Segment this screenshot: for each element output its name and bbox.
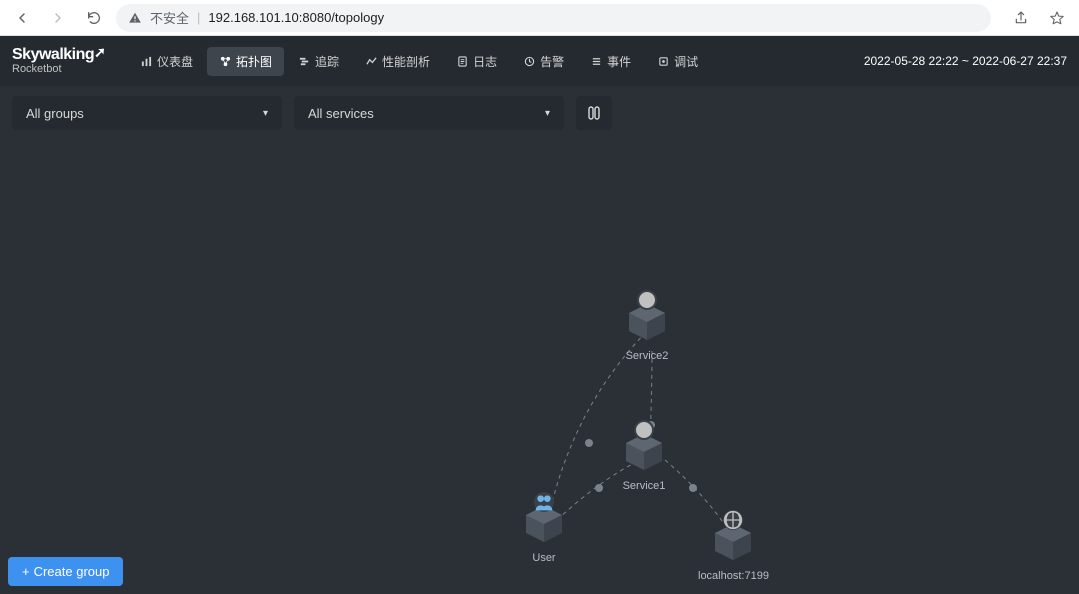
user-badge-icon — [534, 492, 554, 512]
menu-topology[interactable]: 拓扑图 — [207, 47, 284, 76]
menu-alarm-label: 告警 — [540, 53, 564, 70]
debug-icon — [657, 55, 669, 67]
node-badge-icon — [637, 290, 657, 310]
groups-dropdown-label: All groups — [26, 106, 84, 121]
menu-trace[interactable]: 追踪 — [286, 47, 351, 76]
share-icon[interactable] — [1007, 4, 1035, 32]
services-dropdown[interactable]: All services ▾ — [294, 96, 564, 130]
brand-subtitle: Rocketbot — [12, 64, 124, 75]
brand-title-a: Sky — [12, 46, 39, 63]
node-localhost[interactable]: localhost:7199 — [698, 520, 769, 582]
menu-profile[interactable]: 性能剖析 — [353, 47, 442, 76]
globe-badge-icon — [723, 510, 743, 530]
layout-toggle-button[interactable] — [576, 96, 612, 130]
services-dropdown-label: All services — [308, 106, 374, 121]
brand-title-b: walking — [39, 46, 94, 63]
star-icon[interactable] — [1043, 4, 1071, 32]
node-service1[interactable]: Service1 — [622, 430, 666, 492]
menu-topology-label: 拓扑图 — [236, 53, 272, 70]
address-bar[interactable]: 不安全 | 192.168.101.10:8080/topology — [116, 4, 991, 32]
app-header: Skywalking➚ Rocketbot 仪表盘 拓扑图 追踪 性能剖析 日志… — [0, 36, 1079, 86]
node-user[interactable]: User — [522, 502, 566, 564]
event-icon — [590, 55, 602, 67]
menu-trace-label: 追踪 — [315, 53, 339, 70]
log-icon — [456, 55, 468, 67]
topology-canvas[interactable]: Service2 Service1 User localhost:7199 — [0, 130, 1079, 594]
menu-event-label: 事件 — [607, 53, 631, 70]
brand-arc-icon: ➚ — [94, 45, 105, 59]
node-label: Service1 — [623, 480, 666, 492]
insecure-label: 不安全 — [150, 8, 189, 27]
main-menu: 仪表盘 拓扑图 追踪 性能剖析 日志 告警 事件 调试 — [128, 47, 710, 76]
topology-icon — [219, 55, 231, 67]
menu-alarm[interactable]: 告警 — [511, 47, 576, 76]
address-divider: | — [197, 10, 200, 25]
trace-icon — [298, 55, 310, 67]
node-label: User — [532, 552, 555, 564]
node-label: localhost:7199 — [698, 570, 769, 582]
alarm-icon — [523, 55, 535, 67]
node-service2[interactable]: Service2 — [625, 300, 669, 362]
brand-logo[interactable]: Skywalking➚ Rocketbot — [12, 47, 124, 75]
layout-icon — [586, 105, 602, 121]
cube-icon — [711, 520, 755, 564]
browser-toolbar: 不安全 | 192.168.101.10:8080/topology — [0, 0, 1079, 36]
menu-dashboard[interactable]: 仪表盘 — [128, 47, 205, 76]
plus-icon: + — [22, 564, 30, 579]
node-badge-icon — [634, 420, 654, 440]
node-label: Service2 — [626, 350, 669, 362]
dashboard-icon — [140, 55, 152, 67]
menu-event[interactable]: 事件 — [578, 47, 643, 76]
forward-icon[interactable] — [44, 4, 72, 32]
create-group-label: Create group — [34, 564, 110, 579]
reload-icon[interactable] — [80, 4, 108, 32]
cube-icon — [522, 502, 566, 546]
chevron-down-icon: ▾ — [263, 108, 268, 119]
cube-icon — [625, 300, 669, 344]
create-group-button[interactable]: + Create group — [8, 557, 123, 586]
cube-icon — [622, 430, 666, 474]
groups-dropdown[interactable]: All groups ▾ — [12, 96, 282, 130]
menu-debug[interactable]: 调试 — [645, 47, 710, 76]
menu-log-label: 日志 — [473, 53, 497, 70]
time-range[interactable]: 2022-05-28 22:22 ~ 2022-06-27 22:37 — [864, 54, 1067, 68]
url-text: 192.168.101.10:8080/topology — [208, 10, 384, 25]
chevron-down-icon: ▾ — [545, 108, 550, 119]
back-icon[interactable] — [8, 4, 36, 32]
profile-icon — [365, 55, 377, 67]
menu-debug-label: 调试 — [674, 53, 698, 70]
warning-icon — [128, 11, 142, 25]
menu-dashboard-label: 仪表盘 — [157, 53, 193, 70]
menu-log[interactable]: 日志 — [444, 47, 509, 76]
menu-profile-label: 性能剖析 — [382, 53, 430, 70]
